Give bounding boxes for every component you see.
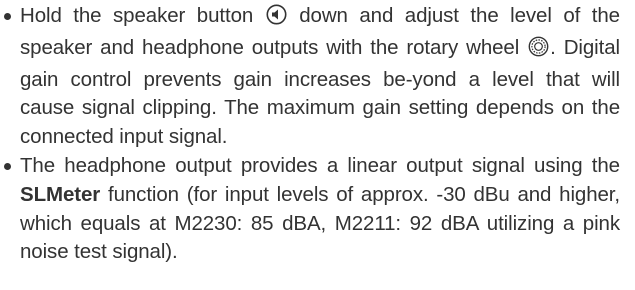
bullet-icon	[4, 162, 11, 170]
bullet-icon	[4, 13, 11, 20]
document-page: Hold the speaker button down and adjust …	[0, 0, 635, 290]
text-segment: function (for input levels of approx. -3…	[20, 182, 620, 264]
slmeter-term: SLMeter	[20, 182, 101, 206]
rotary-wheel-icon	[528, 36, 549, 66]
text-segment: The headphone output provides a linear o…	[20, 153, 620, 177]
speaker-icon	[266, 4, 287, 34]
bullet-item-headphone-output: The headphone output provides a linear o…	[0, 152, 620, 267]
bullet-list: Hold the speaker button down and adjust …	[0, 2, 620, 267]
text-segment: Hold the speaker button	[20, 4, 254, 27]
bullet-item-speaker-level: Hold the speaker button down and adjust …	[0, 2, 620, 152]
